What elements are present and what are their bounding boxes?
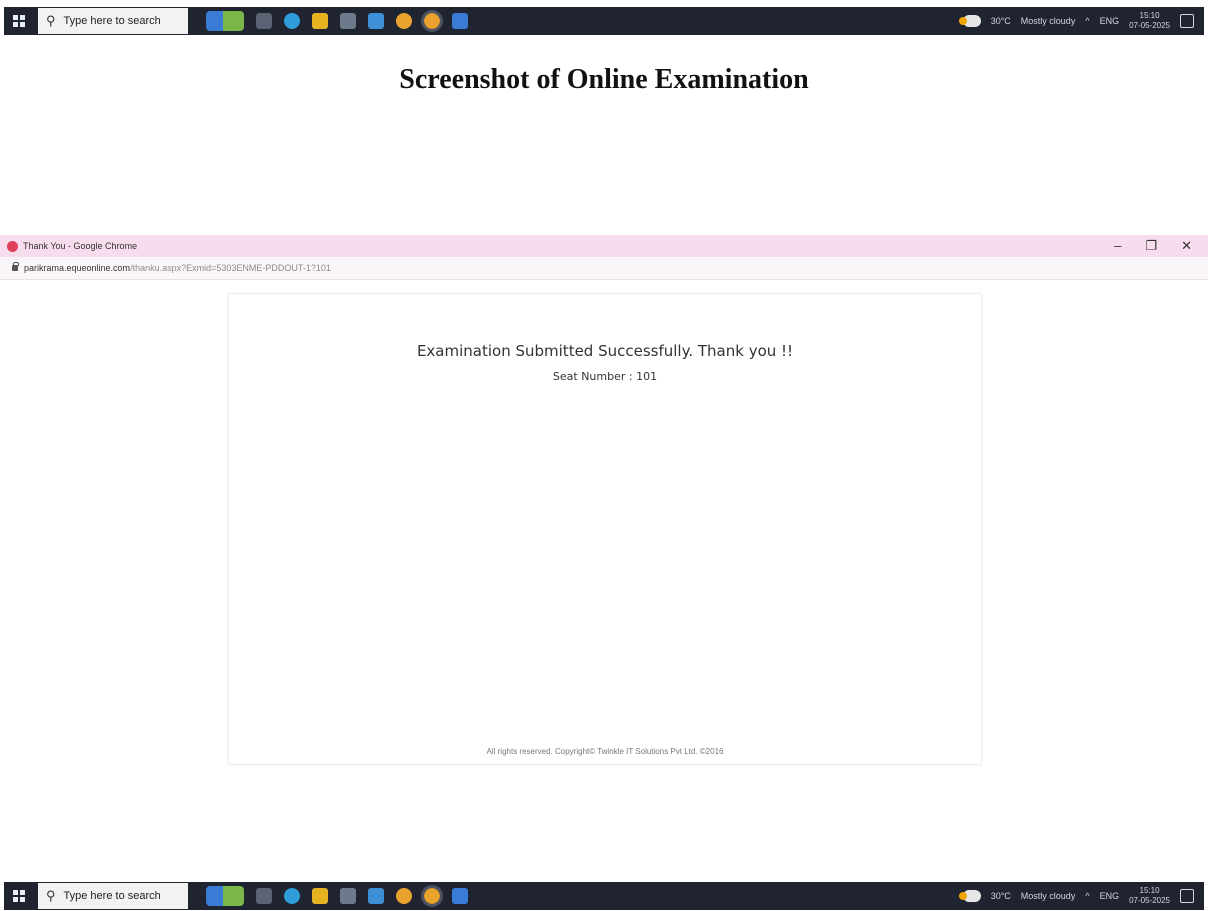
chrome-icon[interactable] (396, 13, 412, 29)
chevron-up-icon[interactable]: ^ (1085, 891, 1089, 901)
browser-titlebar: Thank You - Google Chrome – ❐ ✕ (0, 235, 1208, 257)
chrome-active-icon[interactable] (421, 885, 443, 907)
search-icon: ⚲ (46, 888, 56, 903)
edge-icon[interactable] (284, 888, 300, 904)
store-icon[interactable] (340, 13, 356, 29)
edge-icon[interactable] (284, 13, 300, 29)
weather-text[interactable]: Mostly cloudy (1021, 16, 1076, 26)
start-button[interactable] (4, 7, 34, 35)
taskbar-top: ⚲ Type here to search 30°C Mostly cloudy… (4, 7, 1204, 35)
success-message: Examination Submitted Successfully. Than… (416, 342, 794, 360)
file-explorer-icon[interactable] (312, 888, 328, 904)
url-host: parikrama.equeonline.com (24, 263, 131, 273)
chrome-active-icon[interactable] (421, 10, 443, 32)
window-controls: – ❐ ✕ (1114, 238, 1208, 254)
clock-date: 07-05-2025 (1129, 21, 1170, 30)
windows-icon (13, 15, 25, 27)
url-path: /thanku.aspx?Exmid=5303ENME-PDDOUT-1?101 (130, 263, 331, 273)
close-button[interactable]: ✕ (1181, 238, 1192, 254)
clock-bottom[interactable]: 15:10 07-05-2025 (1129, 886, 1170, 906)
browser-window-title: Thank You - Google Chrome (23, 241, 138, 251)
taskbar-apps (206, 10, 468, 32)
seat-number: Seat Number : 101 (552, 370, 658, 383)
outlook-icon[interactable] (452, 888, 468, 904)
sports-widget-icon[interactable] (206, 11, 244, 31)
taskbar-search-placeholder-bottom: Type here to search (63, 890, 161, 902)
content-card: Examination Submitted Successfully. Than… (228, 293, 982, 765)
file-explorer-icon[interactable] (312, 13, 328, 29)
weather-icon[interactable] (958, 890, 981, 902)
system-tray: 30°C Mostly cloudy ^ ENG 15:10 07-05-202… (958, 11, 1204, 31)
chevron-up-icon[interactable]: ^ (1085, 16, 1089, 26)
mail-icon[interactable] (368, 888, 384, 904)
minimize-button[interactable]: – (1114, 238, 1121, 254)
chrome-logo-icon (7, 240, 18, 252)
taskbar-search-bottom[interactable]: ⚲ Type here to search (38, 883, 188, 909)
notification-icon[interactable] (1180, 889, 1194, 903)
taskbar-apps-bottom (206, 885, 468, 907)
weather-text-bottom[interactable]: Mostly cloudy (1021, 891, 1076, 901)
outlook-icon[interactable] (452, 13, 468, 29)
clock-time-bottom: 15:10 (1139, 886, 1160, 895)
taskbar-search-placeholder: Type here to search (63, 15, 161, 27)
clock-time: 15:10 (1139, 11, 1160, 20)
clock[interactable]: 15:10 07-05-2025 (1129, 11, 1170, 31)
clock-date-bottom: 07-05-2025 (1129, 896, 1170, 905)
weather-temp: 30°C (990, 16, 1011, 26)
task-view-icon[interactable] (256, 13, 272, 29)
language-indicator[interactable]: ENG (1100, 16, 1120, 26)
task-view-icon[interactable] (256, 888, 272, 904)
sports-widget-icon[interactable] (206, 886, 244, 906)
notification-icon[interactable] (1180, 14, 1194, 28)
copyright-footer: All rights reserved. Copyright© Twinkle … (486, 747, 724, 756)
mail-icon[interactable] (368, 13, 384, 29)
start-button-bottom[interactable] (4, 882, 34, 910)
taskbar-search[interactable]: ⚲ Type here to search (38, 8, 188, 34)
restore-button[interactable]: ❐ (1145, 238, 1157, 254)
search-icon: ⚲ (46, 13, 56, 28)
weather-temp-bottom: 30°C (990, 891, 1011, 901)
lock-icon[interactable] (12, 262, 19, 271)
weather-icon[interactable] (958, 15, 981, 27)
windows-icon (13, 890, 25, 902)
language-indicator-bottom[interactable]: ENG (1100, 891, 1120, 901)
store-icon[interactable] (340, 888, 356, 904)
system-tray-bottom: 30°C Mostly cloudy ^ ENG 15:10 07-05-202… (958, 886, 1204, 906)
chrome-icon[interactable] (396, 888, 412, 904)
page-title: Screenshot of Online Examination (399, 64, 809, 95)
address-bar[interactable]: parikrama.equeonline.com /thanku.aspx?Ex… (0, 257, 1208, 280)
taskbar-bottom: ⚲ Type here to search 30°C Mostly cloudy… (4, 882, 1204, 910)
